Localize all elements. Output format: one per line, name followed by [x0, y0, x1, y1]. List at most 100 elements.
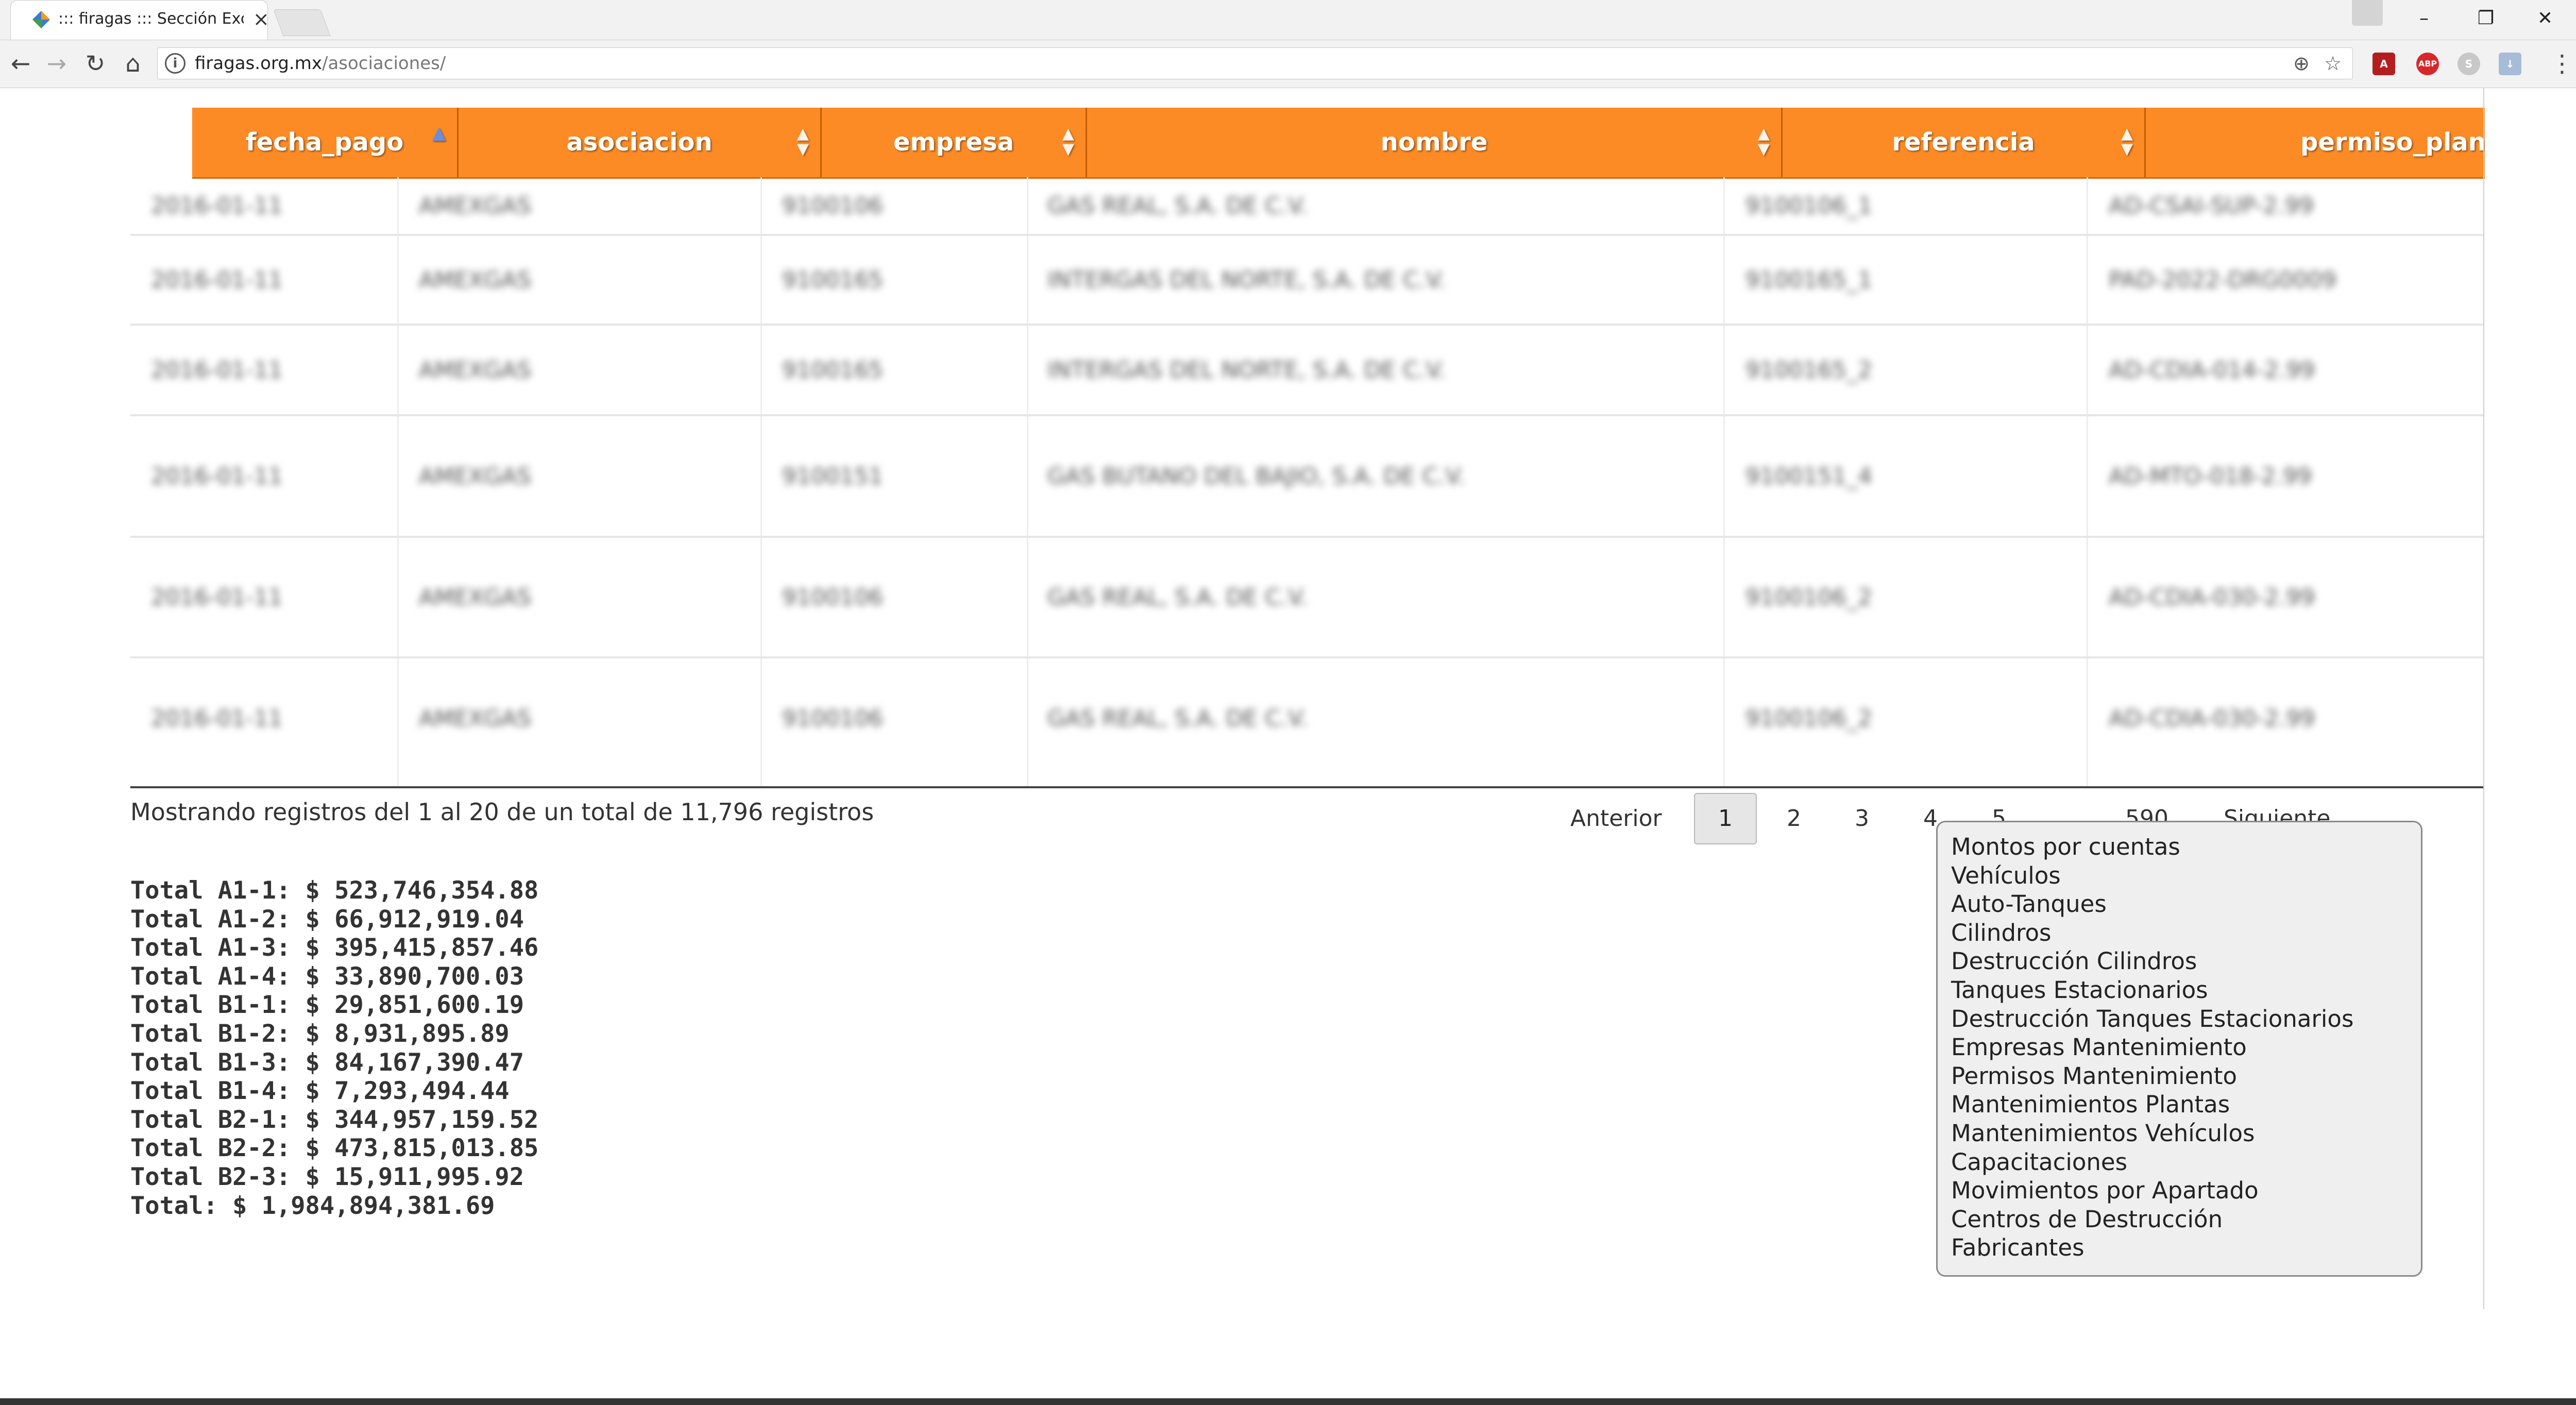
table-row[interactable]: 2016-01-11 AMEXGAS 9100106 GAS REAL, S.A…	[130, 177, 2484, 236]
cell-permiso-planta: AD-CDIA-030-2.99	[2109, 705, 2315, 732]
sort-both-icon: ▲ ▼	[1062, 125, 1074, 158]
close-window-button[interactable]: ✕	[2517, 3, 2573, 34]
menu-item-destruccion-tanques-estacionarios[interactable]: Destrucción Tanques Estacionarios	[1951, 1005, 2421, 1034]
cell-referencia: 9100106_2	[1745, 584, 1872, 611]
menu-item-auto-tanques[interactable]: Auto-Tanques	[1951, 890, 2421, 919]
total-line: Total B2-1: $ 344,957,159.52	[130, 1105, 539, 1134]
cell-empresa: 9100165	[782, 357, 883, 383]
address-bar[interactable]: i firagas.org.mx/asociaciones/ ⊕ ☆	[157, 47, 2353, 79]
sort-ascending-icon: ▲	[432, 123, 446, 143]
table-row[interactable]: 2016-01-11 AMEXGAS 9100151 GAS BUTANO DE…	[130, 416, 2484, 538]
column-header-label: asociacion	[566, 128, 713, 157]
cell-empresa: 9100106	[782, 192, 883, 219]
download-extension-icon[interactable]: ↓	[2499, 53, 2521, 75]
cell-fecha-pago: 2016-01-11	[151, 266, 283, 293]
grand-total-line: Total: $ 1,984,894,381.69	[130, 1191, 495, 1220]
menu-item-mantenimientos-vehiculos[interactable]: Mantenimientos Vehículos	[1951, 1119, 2421, 1148]
table-body: 2016-01-11 AMEXGAS 9100106 GAS REAL, S.A…	[130, 177, 2484, 778]
url-text: firagas.org.mx/asociaciones/	[195, 53, 446, 74]
taskbar-edge	[0, 1398, 2576, 1405]
restore-button[interactable]: ❐	[2458, 3, 2514, 34]
site-info-icon[interactable]: i	[165, 53, 185, 74]
table-row[interactable]: 2016-01-11 AMEXGAS 9100106 GAS REAL, S.A…	[130, 658, 2484, 778]
pagination-page[interactable]: 3	[1855, 793, 1869, 844]
arrow-right-icon[interactable]: →	[41, 49, 72, 77]
totals-summary: Total A1-1: $ 523,746,354.88 Total A1-2:…	[130, 876, 538, 1220]
column-header-fecha-pago[interactable]: fecha_pago ▲	[192, 108, 459, 177]
cell-nombre: INTERGAS DEL NORTE, S.A. DE C.V.	[1047, 266, 1446, 293]
browser-tab-strip: ::: firagas ::: Sección Exclu × – ❐ ✕	[0, 0, 2576, 40]
url-path: /asociaciones/	[321, 53, 446, 74]
pagination-previous[interactable]: Anterior	[1570, 793, 1662, 844]
pagination-page[interactable]: 2	[1787, 793, 1801, 844]
menu-item-empresas-mantenimiento[interactable]: Empresas Mantenimiento	[1951, 1033, 2421, 1062]
home-icon[interactable]: ⌂	[117, 49, 148, 77]
column-header-empresa[interactable]: empresa ▲ ▼	[822, 108, 1087, 177]
menu-item-capacitaciones[interactable]: Capacitaciones	[1951, 1148, 2421, 1177]
cell-nombre: GAS REAL, S.A. DE C.V.	[1047, 584, 1308, 611]
menu-item-mantenimientos-plantas[interactable]: Mantenimientos Plantas	[1951, 1090, 2421, 1119]
column-header-permiso-planta[interactable]: permiso_planta	[2146, 108, 2485, 177]
menu-item-destruccion-cilindros[interactable]: Destrucción Cilindros	[1951, 947, 2421, 976]
content-right-border	[2483, 88, 2484, 1309]
column-header-referencia[interactable]: referencia ▲ ▼	[1783, 108, 2146, 177]
total-line: Total A1-2: $ 66,912,919.04	[130, 905, 524, 934]
pagination-current-page[interactable]: 1	[1694, 793, 1757, 844]
arrow-left-icon[interactable]: ←	[5, 49, 36, 77]
menu-item-fabricantes[interactable]: Fabricantes	[1951, 1233, 2421, 1262]
payments-table: fecha_pago ▲ asociacion ▲ ▼ empresa ▲ ▼ no…	[130, 98, 2485, 788]
reload-icon[interactable]: ↻	[80, 49, 111, 77]
adblock-plus-icon[interactable]: ABP	[2416, 53, 2439, 75]
tab-close-icon[interactable]: ×	[253, 8, 269, 30]
pdf-extension-icon[interactable]: A	[2372, 53, 2395, 75]
minimize-button[interactable]: –	[2396, 3, 2452, 34]
reports-menu: Montos por cuentas Vehículos Auto-Tanque…	[1936, 821, 2422, 1277]
table-row[interactable]: 2016-01-11 AMEXGAS 9100106 GAS REAL, S.A…	[130, 538, 2484, 658]
menu-item-tanques-estacionarios[interactable]: Tanques Estacionarios	[1951, 976, 2421, 1005]
sort-both-icon: ▲ ▼	[1757, 125, 1770, 158]
total-line: Total A1-1: $ 523,746,354.88	[130, 876, 539, 905]
browser-menu-icon[interactable]: ⋮	[2550, 49, 2574, 77]
column-header-asociacion[interactable]: asociacion ▲ ▼	[459, 108, 822, 177]
column-header-label: empresa	[893, 128, 1014, 157]
column-header-label: referencia	[1892, 128, 2035, 157]
table-row[interactable]: 2016-01-11 AMEXGAS 9100165 INTERGAS DEL …	[130, 236, 2484, 326]
cell-asociacion: AMEXGAS	[419, 357, 532, 383]
cell-empresa: 9100106	[782, 584, 883, 611]
table-info-text: Mostrando registros del 1 al 20 de un to…	[130, 798, 874, 826]
total-line: Total B1-4: $ 7,293,494.44	[130, 1077, 510, 1106]
cell-referencia: 9100106_1	[1745, 192, 1872, 219]
cell-permiso-planta: PAD-2022-DRG0009	[2109, 266, 2336, 293]
menu-item-vehiculos[interactable]: Vehículos	[1951, 861, 2421, 890]
menu-item-centros-de-destruccion[interactable]: Centros de Destrucción	[1951, 1205, 2421, 1234]
column-header-label: permiso_planta	[2300, 128, 2485, 157]
cell-nombre: GAS REAL, S.A. DE C.V.	[1047, 192, 1308, 219]
firagas-favicon-icon	[32, 11, 50, 28]
menu-item-montos-por-cuentas[interactable]: Montos por cuentas	[1951, 833, 2421, 861]
cell-asociacion: AMEXGAS	[419, 266, 532, 293]
browser-toolbar: ← → ↻ ⌂ i firagas.org.mx/asociaciones/ ⊕…	[0, 40, 2576, 88]
total-line: Total B2-3: $ 15,911,995.92	[130, 1162, 524, 1191]
menu-item-permisos-mantenimiento[interactable]: Permisos Mantenimiento	[1951, 1062, 2421, 1091]
browser-tab[interactable]: ::: firagas ::: Sección Exclu ×	[10, 0, 269, 40]
menu-item-cilindros[interactable]: Cilindros	[1951, 919, 2421, 947]
column-header-label: nombre	[1380, 128, 1488, 157]
total-line: Total A1-3: $ 395,415,857.46	[130, 934, 539, 962]
sort-both-icon: ▲ ▼	[2121, 125, 2133, 158]
profile-avatar-icon[interactable]	[2352, 0, 2383, 26]
total-line: Total A1-4: $ 33,890,700.03	[130, 962, 524, 991]
cell-asociacion: AMEXGAS	[419, 192, 532, 219]
tab-title: ::: firagas ::: Sección Exclu	[58, 10, 244, 28]
bookmark-star-icon[interactable]: ☆	[2324, 52, 2342, 75]
zoom-icon[interactable]: ⊕	[2293, 52, 2310, 75]
table-row[interactable]: 2016-01-11 AMEXGAS 9100165 INTERGAS DEL …	[130, 326, 2484, 416]
column-header-nombre[interactable]: nombre ▲ ▼	[1087, 108, 1783, 177]
pagination-page[interactable]: 4	[1923, 793, 1938, 844]
total-line: Total B1-2: $ 8,931,895.89	[130, 1019, 510, 1048]
page-content: fecha_pago ▲ asociacion ▲ ▼ empresa ▲ ▼ no…	[0, 88, 2576, 1402]
cell-referencia: 9100165_2	[1745, 357, 1872, 383]
menu-item-movimientos-por-apartado[interactable]: Movimientos por Apartado	[1951, 1176, 2421, 1205]
new-tab-button[interactable]	[273, 9, 331, 36]
total-line: Total B1-1: $ 29,851,600.19	[130, 991, 524, 1020]
skype-extension-icon[interactable]: S	[2458, 53, 2480, 75]
